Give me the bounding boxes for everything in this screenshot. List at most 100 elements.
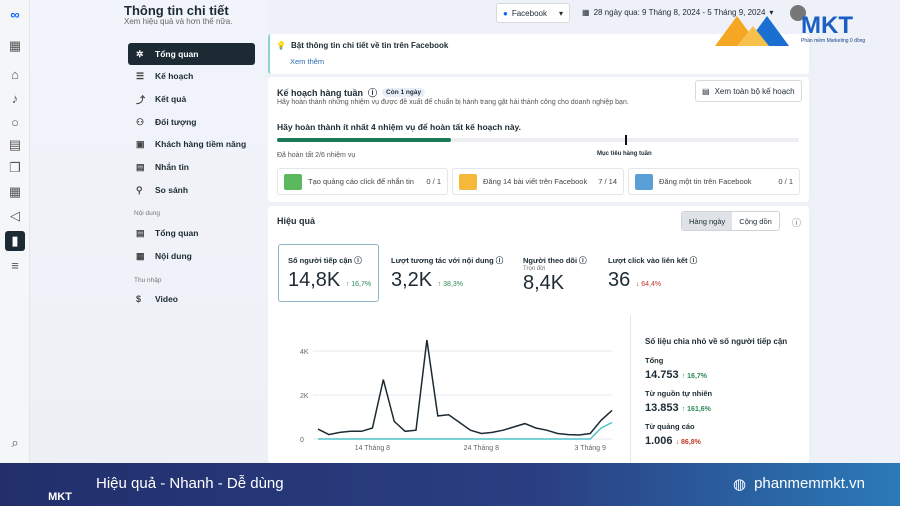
- meta-logo-icon[interactable]: ∞: [5, 4, 25, 24]
- breakdown-row: 14.753 ↑ 16,7%: [645, 369, 707, 381]
- footer-banner: MKT Hiệu quả - Nhanh - Dễ dùng ◍ phanmemm…: [0, 463, 900, 506]
- sparkle-icon: ✲: [136, 48, 144, 59]
- compare-icon: ⚲: [136, 184, 143, 195]
- lightbulb-icon: 💡: [276, 41, 286, 50]
- nav-item-content[interactable]: ▦ Nội dung: [128, 245, 255, 267]
- metric-change: ↓ 64,4%: [635, 281, 662, 288]
- task-card[interactable]: Đăng 14 bài viết trên Facebook 7 / 14: [452, 168, 624, 195]
- post-icon: [459, 173, 477, 190]
- page-subtitle: Xem hiệu quả và hơn thế nữa.: [124, 17, 233, 26]
- nav-item-leads[interactable]: ▣ Khách hàng tiềm năng: [128, 133, 255, 155]
- watermark-brand: MKT: [801, 12, 853, 39]
- contacts-icon[interactable]: ▤: [5, 135, 25, 155]
- nav-label: Tổng quan: [155, 228, 199, 238]
- website-label: phanmemmkt.vn: [754, 475, 865, 492]
- section-content: Nội dung: [134, 210, 161, 217]
- nav-item-plan[interactable]: ☰ Kế hoạch: [128, 65, 255, 87]
- plan-goal-text: Hãy hoàn thành ít nhất 4 nhiệm vụ để hoà…: [277, 122, 522, 132]
- see-more-link[interactable]: Xem thêm: [290, 57, 324, 66]
- breakdown-row: 1.006 ↓ 86,8%: [645, 435, 701, 447]
- globe-icon: ◍: [733, 476, 747, 493]
- reach-line-chart: 0 2K 4K 14 Tháng 8 24 Tháng 8 3 Tháng 9: [300, 339, 613, 452]
- x-tick-label: 24 Tháng 8: [464, 445, 499, 452]
- task-label: Đăng 14 bài viết trên Facebook: [483, 177, 588, 186]
- people-icon: ⚇: [136, 116, 145, 127]
- nav-item-results[interactable]: ⤴ Kết quả: [128, 88, 255, 110]
- plan-progress-fill: [277, 138, 451, 142]
- toggle-cumulative[interactable]: Cộng dồn: [732, 212, 779, 230]
- breakdown-value: 14.753: [645, 369, 679, 381]
- task-card[interactable]: Đăng một tin trên Facebook 0 / 1: [628, 168, 800, 195]
- metric-link-clicks[interactable]: Lượt click vào liên kết ⓘ 36 ↓ 64,4%: [608, 255, 697, 292]
- grid-icon: ▦: [136, 250, 145, 261]
- task-count: 7 / 14: [598, 177, 617, 186]
- mkt-mountain-logo: [715, 16, 789, 46]
- nav-item-overview[interactable]: ✲ Tổng quan: [128, 43, 255, 65]
- series-line: [317, 339, 613, 436]
- info-icon[interactable]: ⓘ: [792, 216, 801, 229]
- insights-icon[interactable]: ▮: [5, 231, 25, 251]
- nav-label: Kết quả: [155, 94, 187, 104]
- facebook-icon: ●: [503, 8, 508, 18]
- metric-change: ↑ 16,7%: [345, 281, 372, 288]
- bell-icon[interactable]: ♪: [5, 88, 25, 108]
- metric-label: Lượt tương tác với nội dung: [391, 256, 494, 265]
- plan-progress-bar: [277, 135, 799, 145]
- metric-followers[interactable]: Người theo dõi ⓘ Trọn đời 8,4K: [523, 255, 587, 295]
- section-income: Thu nhập: [134, 277, 162, 284]
- metric-label: Lượt click vào liên kết: [608, 256, 688, 265]
- breakdown-label: Từ nguồn tự nhiên: [645, 389, 713, 398]
- platform-select[interactable]: ● Facebook ▾: [496, 3, 570, 23]
- view-full-plan-button[interactable]: ▤ Xem toàn bộ kế hoạch: [695, 80, 802, 102]
- nav-item-video[interactable]: $ Video: [128, 288, 255, 310]
- document-icon: ▤: [702, 86, 710, 96]
- pages-icon[interactable]: ❐: [5, 158, 25, 178]
- page-title: Thông tin chi tiết: [124, 3, 229, 18]
- content-icon: ▤: [136, 227, 145, 238]
- task-card[interactable]: Tạo quảng cáo click để nhắn tin 0 / 1: [277, 168, 448, 195]
- view-full-plan-label: Xem toàn bộ kế hoạch: [714, 86, 795, 96]
- nav-item-content-overview[interactable]: ▤ Tổng quan: [128, 222, 255, 244]
- nav-label: Video: [155, 294, 178, 304]
- metric-reach[interactable]: Số người tiếp cận ⓘ 14,8K ↑ 16,7%: [288, 255, 371, 292]
- footer-website[interactable]: ◍ phanmemmkt.vn: [733, 475, 865, 493]
- divider: [630, 315, 631, 463]
- nav-item-messaging[interactable]: ▤ Nhắn tin: [128, 156, 255, 178]
- y-tick-label: 0: [300, 437, 304, 444]
- metric-engagement[interactable]: Lượt tương tác với nội dung ⓘ 3,2K ↑ 38,3…: [391, 255, 503, 292]
- search-icon[interactable]: ⌕: [5, 433, 25, 453]
- story-icon: [635, 173, 653, 190]
- x-tick-label: 3 Tháng 9: [575, 445, 607, 452]
- breakdown-change: ↓ 86,8%: [675, 439, 701, 446]
- menu-icon[interactable]: ≡: [5, 255, 25, 275]
- x-tick-label: 14 Tháng 8: [355, 445, 390, 452]
- chevron-down-icon: ▾: [558, 8, 563, 18]
- nav-item-compare[interactable]: ⚲ So sánh: [128, 179, 255, 201]
- home-icon[interactable]: ⌂: [5, 64, 25, 84]
- page-avatar-icon[interactable]: ▦: [5, 36, 25, 56]
- chat-icon[interactable]: ○: [5, 112, 25, 132]
- nav-label: Kế hoạch: [155, 71, 194, 81]
- info-icon: ⓘ: [368, 88, 378, 98]
- breakdown-title: Số liệu chia nhỏ về số người tiếp cận: [645, 337, 788, 346]
- weekly-goal-marker: [625, 135, 628, 145]
- toggle-daily[interactable]: Hàng ngày: [682, 212, 733, 230]
- nav-label: Nhắn tin: [155, 162, 189, 172]
- footer-logo-text: MKT: [48, 491, 72, 503]
- plan-title: Kế hoạch hàng tuần: [277, 87, 364, 98]
- message-icon: ▤: [136, 161, 145, 172]
- mkt-watermark-logo: MKT Phần mềm Marketing 0 đồng: [715, 12, 865, 46]
- plan-description: Hãy hoàn thành những nhiệm vụ được đề xu…: [277, 99, 629, 106]
- task-count: 0 / 1: [778, 177, 793, 186]
- breakdown-label: Tổng: [645, 356, 664, 365]
- megaphone-icon[interactable]: ◁: [5, 206, 25, 226]
- y-tick-label: 2K: [300, 393, 309, 400]
- chart-up-icon: [284, 173, 302, 190]
- weekly-goal-label: Mục tiêu hàng tuần: [597, 151, 652, 157]
- nav-item-audience[interactable]: ⚇ Đối tượng: [128, 111, 255, 133]
- performance-title: Hiệu quả: [277, 216, 316, 226]
- calendar-icon[interactable]: ▦: [5, 182, 25, 202]
- footer-slogan: Hiệu quả - Nhanh - Dễ dùng: [96, 475, 284, 492]
- list-icon: ☰: [136, 70, 145, 81]
- breakdown-label: Từ quảng cáo: [645, 422, 695, 431]
